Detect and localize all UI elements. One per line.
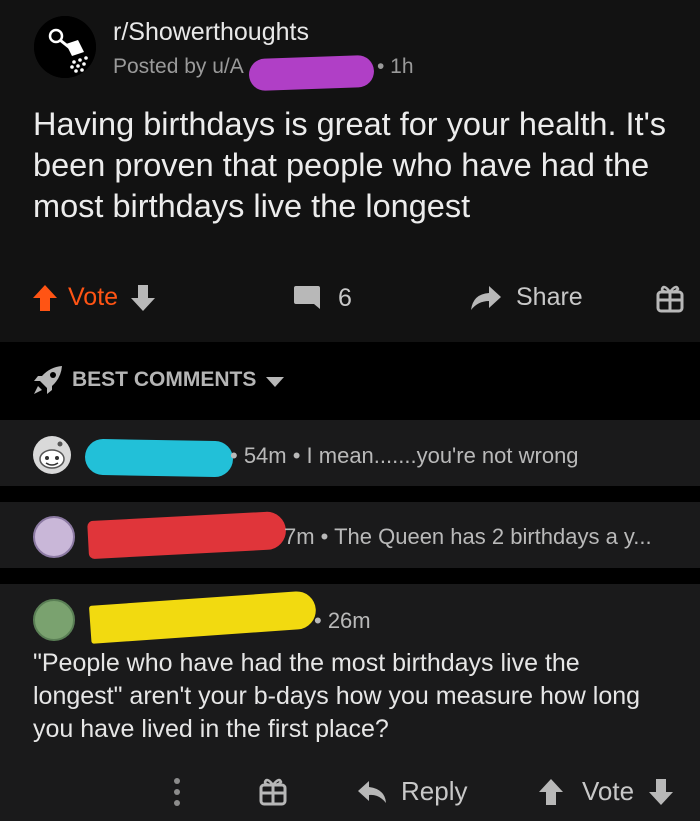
reply-button[interactable]: Reply <box>357 776 467 807</box>
share-icon <box>471 285 501 310</box>
comments-button[interactable]: 6 <box>292 283 352 313</box>
divider <box>0 486 700 502</box>
reply-icon <box>358 780 386 803</box>
comment-meta: • 26m <box>314 608 371 633</box>
downvote-icon[interactable] <box>130 284 156 312</box>
vote-label: Vote <box>68 283 119 311</box>
award-button[interactable] <box>259 776 287 806</box>
subreddit-avatar[interactable] <box>34 16 96 78</box>
username-redaction <box>84 438 234 478</box>
shower-icon <box>34 16 96 78</box>
vote-label: Vote <box>582 776 635 806</box>
posted-by[interactable]: Posted by u/A <box>113 55 244 78</box>
downvote-icon[interactable] <box>648 778 674 806</box>
comment-body: "People who have had the most birthdays … <box>33 647 700 746</box>
award-icon <box>656 285 684 313</box>
more-icon <box>174 778 180 806</box>
share-button[interactable]: Share <box>470 283 583 312</box>
upvote-icon[interactable] <box>538 778 564 806</box>
comment-meta: • 54m • I mean.......you're not wrong <box>230 443 579 468</box>
comment-line: you have lived in the first place? <box>33 715 389 743</box>
sort-label[interactable]: BEST COMMENTS <box>72 368 256 392</box>
comment-count: 6 <box>338 283 352 312</box>
comment-line: longest" aren't your b-days how you meas… <box>33 682 641 710</box>
award-button[interactable] <box>656 283 684 313</box>
commenter-avatar[interactable] <box>33 599 75 641</box>
chevron-down-icon[interactable] <box>265 376 285 388</box>
commenter-avatar[interactable] <box>33 436 71 474</box>
snoo-avatar-icon <box>39 441 65 469</box>
comment-meta: 7m • The Queen has 2 birthdays a y... <box>284 524 652 549</box>
username-redaction <box>248 54 375 92</box>
post-time: • 1h <box>377 55 414 78</box>
post-meta: Posted by u/A • 1h <box>113 55 414 79</box>
divider <box>0 568 700 584</box>
comment-vote-group: Vote <box>538 776 674 807</box>
share-label: Share <box>516 283 583 311</box>
vote-group: Vote <box>32 283 156 312</box>
post-title: Having birthdays is great for your healt… <box>33 106 667 224</box>
rocket-icon <box>34 366 62 394</box>
comment-icon <box>294 286 320 309</box>
subreddit-name[interactable]: r/Showerthoughts <box>113 18 309 47</box>
upvote-icon[interactable] <box>32 284 58 312</box>
more-button[interactable] <box>172 776 182 808</box>
commenter-avatar[interactable] <box>33 516 75 558</box>
award-icon <box>259 778 287 806</box>
comment-line: "People who have had the most birthdays … <box>33 649 580 677</box>
reply-label: Reply <box>401 776 468 806</box>
